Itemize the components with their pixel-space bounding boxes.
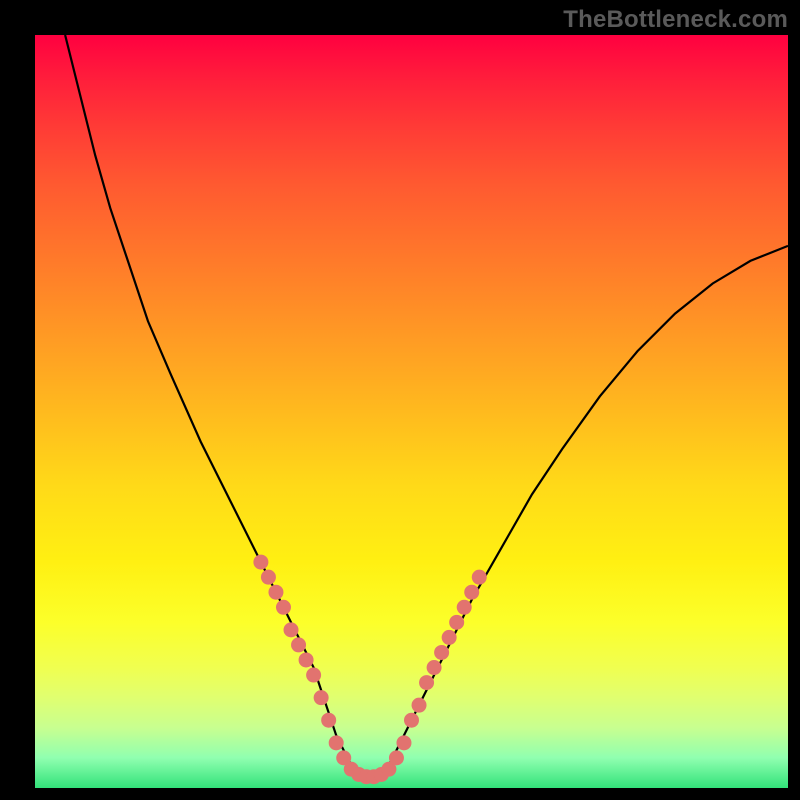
curve-marker xyxy=(464,585,479,600)
curve-marker xyxy=(253,555,268,570)
curve-marker xyxy=(291,637,306,652)
curve-marker xyxy=(472,570,487,585)
curve-marker xyxy=(442,630,457,645)
curve-marker xyxy=(419,675,434,690)
curve-marker xyxy=(457,600,472,615)
curve-marker xyxy=(321,713,336,728)
curve-marker xyxy=(284,622,299,637)
curve-marker xyxy=(306,668,321,683)
curve-svg xyxy=(35,35,788,788)
bottleneck-curve xyxy=(65,35,788,777)
curve-marker xyxy=(261,570,276,585)
curve-marker xyxy=(329,735,344,750)
curve-marker xyxy=(314,690,329,705)
curve-marker xyxy=(389,750,404,765)
curve-marker xyxy=(434,645,449,660)
curve-marker xyxy=(404,713,419,728)
curve-marker xyxy=(412,698,427,713)
watermark-text: TheBottleneck.com xyxy=(563,6,788,34)
curve-marker xyxy=(276,600,291,615)
plot-area xyxy=(35,35,788,788)
curve-marker xyxy=(427,660,442,675)
curve-marker xyxy=(299,652,314,667)
curve-marker xyxy=(396,735,411,750)
curve-marker xyxy=(268,585,283,600)
curve-markers xyxy=(253,555,486,785)
curve-marker xyxy=(449,615,464,630)
chart-frame: TheBottleneck.com xyxy=(0,0,800,800)
